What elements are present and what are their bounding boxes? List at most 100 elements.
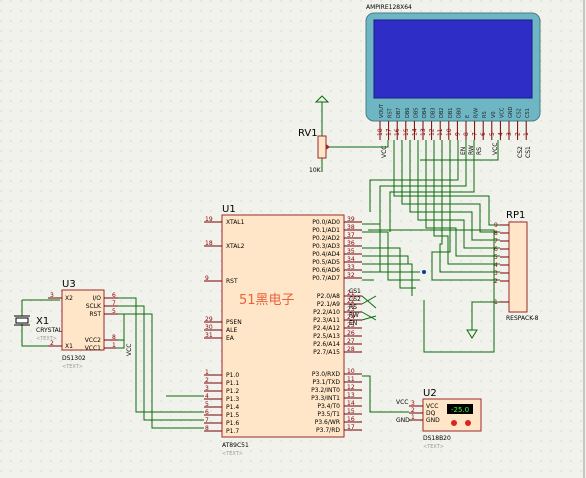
u1-text: <TEXT>: [222, 451, 243, 457]
u1-net-label: CS1: [349, 288, 361, 295]
lcd-pin-number: 7: [472, 132, 479, 136]
rp1-pin-number: 8: [494, 230, 498, 237]
u1-pin-number: 13: [347, 392, 355, 399]
u2-pin-name: VCC: [426, 403, 438, 410]
rp1-ref: RP1: [506, 210, 525, 221]
u3-ref: U3: [62, 279, 76, 290]
u3-pin-number: 1: [112, 342, 116, 349]
u1-pin-name: P2.5/A13: [313, 333, 340, 340]
u1-pin-number: 36: [347, 240, 355, 247]
lcd-pin-number: 5: [489, 132, 496, 136]
u2-pin-name: GND: [426, 417, 440, 424]
u1-pin-number: 3: [205, 385, 209, 392]
lcd-pin-name: CS1: [525, 108, 531, 118]
u1-pin-name: P3.5/T1: [317, 411, 340, 418]
u1-pin-name: P1.3: [226, 396, 239, 403]
lcd-pin-name: VOUT: [379, 103, 385, 118]
lcd-pin-number: 11: [437, 128, 444, 136]
lcd-pin-name: DB7: [396, 108, 402, 118]
u1-pin-number: 14: [347, 400, 355, 407]
u1-pin-name: P3.7/RD: [316, 427, 340, 434]
u1-pin-number: 39: [347, 216, 355, 223]
u1-pin-number: 17: [347, 424, 355, 431]
u1-pin-number: 33: [347, 264, 355, 271]
rp1-pin-number: 1: [494, 299, 498, 306]
u3-pin-name: I/O: [92, 295, 101, 302]
lcd-title: AMPIRE128X64: [366, 4, 412, 11]
lcd-pin-name: DB6: [405, 108, 411, 118]
u3-pin-name: X2: [65, 295, 73, 302]
lcd-pin-number: 10: [446, 128, 453, 136]
u2-button-up[interactable]: [465, 420, 471, 426]
lcd-cs2-label: CS2: [517, 146, 524, 158]
u1-pin-number: 19: [205, 216, 213, 223]
u1-net-label: RS: [349, 304, 357, 311]
u1-part: AT89C51: [222, 442, 249, 449]
lcd-pin-number: 2: [515, 132, 522, 136]
u1-pin-name: RST: [226, 278, 238, 285]
u1-pin-name: P0.6/AD6: [312, 267, 340, 274]
lcd-pin-name: RS: [482, 111, 488, 118]
u1-pin-name: P1.2: [226, 388, 239, 395]
u1-pin-name: P1.7: [226, 428, 239, 435]
u1-pin-name: P2.2/A10: [313, 309, 340, 316]
u1-pin-name: P2.4/A12: [313, 325, 340, 332]
u3-text: <TEXT>: [62, 364, 83, 370]
u1-pin-number: 10: [347, 368, 355, 375]
u1-pin-name: P3.1/TXD: [312, 379, 340, 386]
u1-pin-name: P2.3/A11: [313, 317, 340, 324]
u1-pin-name: P3.4/T0: [317, 403, 340, 410]
lcd-pin-number: 4: [497, 132, 504, 136]
u2-pin-number: 1: [411, 414, 415, 421]
lcd-pin-name: DB1: [448, 108, 454, 118]
lcd-pin-name: R/W: [474, 108, 480, 118]
u1-pin-name: P0.4/AD4: [312, 251, 340, 258]
mcu-u1[interactable]: U1 19 XTAL1 18 XTAL2 9 RST 29 PSEN 30 ALE 31 EA 1 P1.…: [204, 204, 362, 457]
u3-pin-name: SCLK: [86, 303, 102, 310]
u3-part: DS1302: [62, 355, 86, 362]
lcd-pin-number: 13: [420, 128, 427, 136]
rp1-pin-number: 3: [494, 270, 498, 277]
u2-part: DS18B20: [423, 435, 451, 442]
u1-pin-name: P0.2/AD2: [312, 235, 340, 242]
u1-pin-number: 38: [347, 224, 355, 231]
u1-pin-number: 32: [347, 272, 355, 279]
u1-pin-name: P3.6/WR: [315, 419, 340, 426]
lcd-pin-name: DB3: [431, 108, 437, 118]
u1-pin-name: P1.4: [226, 404, 239, 411]
u3-pin-number: 8: [112, 334, 116, 341]
u1-pin-number: 4: [205, 393, 209, 400]
lcd-pin-number: 1: [523, 132, 530, 136]
lcd-pin-number: 16: [394, 128, 401, 136]
u1-pin-number: 12: [347, 384, 355, 391]
u1-pin-name: P3.3/INT1: [311, 395, 340, 402]
rv1-value: 10K: [309, 167, 322, 174]
x1-part: CRYSTAL: [36, 327, 63, 334]
lcd-pin-name: E: [465, 115, 471, 118]
u1-pin-number: 6: [205, 409, 209, 416]
rv1-body: [317, 135, 327, 159]
u2-button-down[interactable]: [451, 420, 457, 426]
u1-pin-name: P2.1/A9: [317, 301, 340, 308]
lcd-rs-label: RS: [476, 147, 483, 155]
u2-pin-name: DQ: [426, 410, 436, 417]
lcd-pin-number: 8: [463, 132, 470, 136]
u2-reading: -25.0: [451, 406, 469, 414]
lcd-pin-number: 6: [480, 132, 487, 136]
u1-pin-name: P0.3/AD3: [312, 243, 340, 250]
u1-pin-name: XTAL1: [226, 219, 245, 226]
u3-pin-name: VCC2: [85, 337, 101, 344]
u1-pin-name: P1.6: [226, 420, 239, 427]
u1-pin-name: ALE: [226, 327, 237, 334]
u2-vcc-net: VCC: [396, 399, 408, 406]
u1-pin-number: 7: [205, 417, 209, 424]
rp1-pin-number: 2: [494, 278, 498, 285]
rp1-pin-number: 6: [494, 246, 498, 253]
lcd-screen: [373, 19, 533, 99]
lcd-pin-name: DB4: [422, 108, 428, 118]
u1-pin-name: P0.1/AD1: [312, 227, 340, 234]
lcd-cs1-label: CS1: [525, 146, 532, 158]
lcd-pin-name: V0: [491, 111, 497, 118]
u1-pin-number: 11: [347, 376, 355, 383]
u3-pin-name: VCC1: [85, 345, 101, 352]
